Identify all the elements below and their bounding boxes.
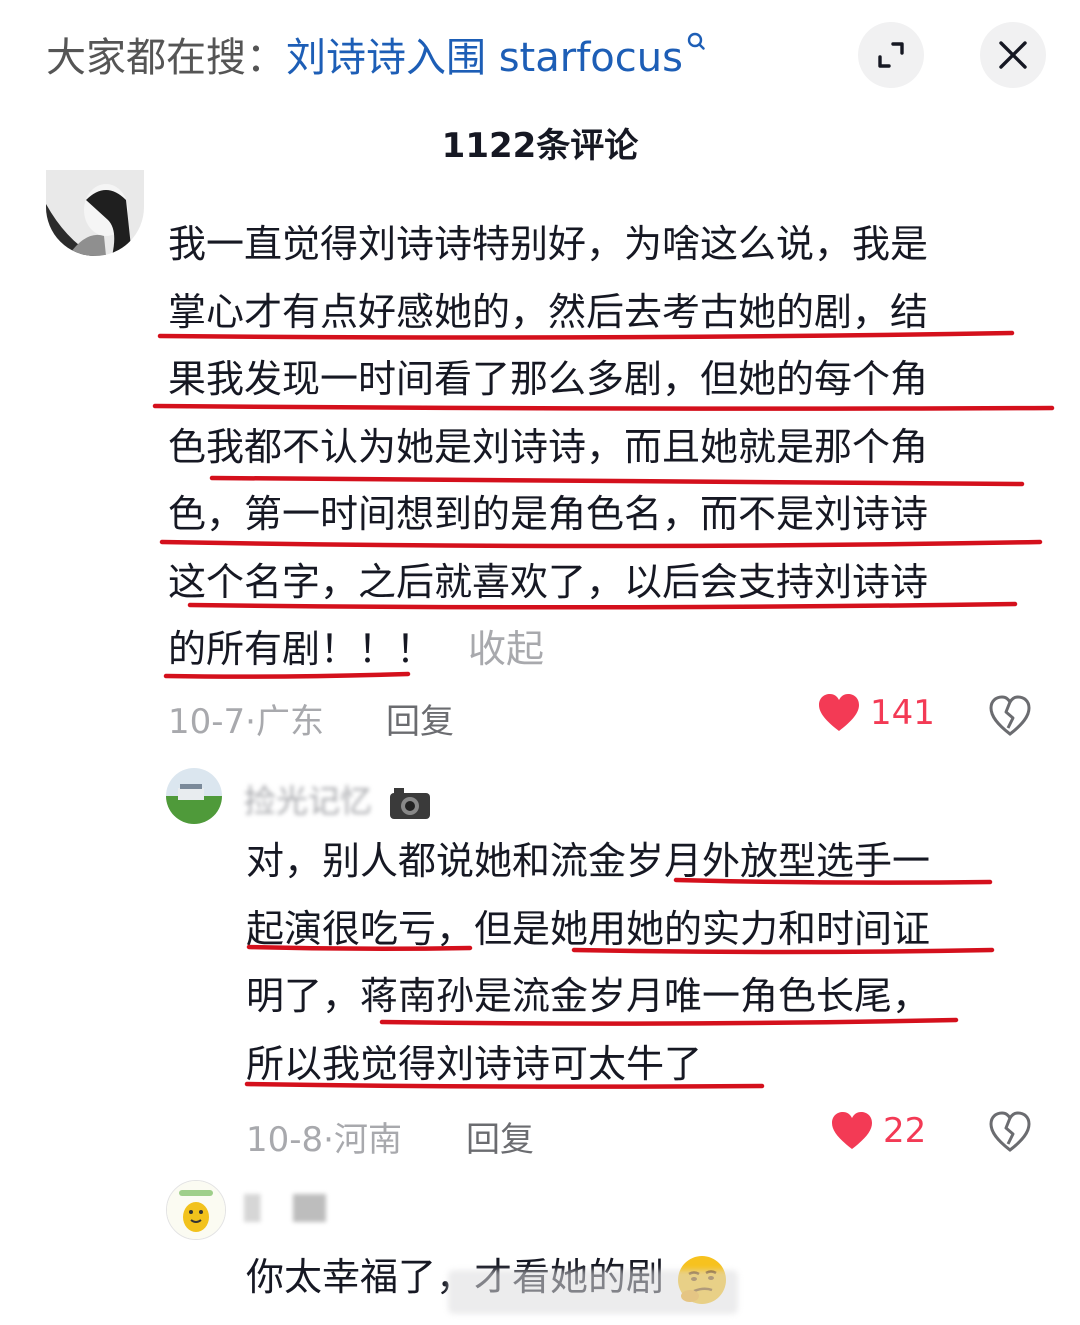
meta-separator: · (323, 1120, 334, 1160)
search-term-link[interactable]: 刘诗诗入围 starfocus (286, 25, 683, 83)
watermark (448, 1270, 738, 1314)
reply-text: 对，别人都说她和流金岁月外放型选手一 起演很吃亏，但是她用她的实力和时间证 明了… (246, 828, 930, 1098)
reply-button[interactable]: 回复 (386, 694, 454, 743)
collapse-link[interactable]: 收起 (468, 627, 544, 671)
broken-heart-icon[interactable] (988, 694, 1032, 738)
comment-line: 的所有剧！！！ (168, 627, 435, 671)
avatar[interactable] (46, 170, 144, 256)
comment-line: 色我都不认为她是刘诗诗，而且她就是那个角 (168, 424, 929, 469)
heart-icon (832, 1112, 872, 1149)
reply-line: 所以我觉得刘诗诗可太牛了 (246, 1041, 703, 1086)
camera-emoji (390, 788, 431, 819)
avatar-image (46, 170, 144, 256)
reply-username[interactable]: 捡光记忆 (244, 776, 432, 822)
search-suggestion[interactable]: 大家都在搜： 刘诗诗入围 starfocus (46, 25, 705, 83)
reply-meta: 10-8·河南 (246, 1112, 402, 1161)
expand-button[interactable] (858, 22, 924, 88)
reply-line: 明了，蒋南孙是流金岁月唯一角色长尾， (246, 974, 931, 1018)
meta-separator: · (245, 702, 256, 742)
comment-line: 掌心才有点好感她的，然后去考古她的剧，结 (168, 289, 929, 334)
like-count: 22 (883, 1111, 927, 1151)
search-icon (687, 32, 705, 50)
comment-count-title: 1122条评论 (441, 126, 639, 166)
like-button[interactable]: 141 (818, 693, 935, 733)
reply-avatar[interactable] (166, 768, 222, 824)
reply-avatar[interactable] (166, 1180, 226, 1240)
reply-line: 对，别人都说她和流金岁月外放型选手一 (246, 839, 931, 883)
comment-line: 色，第一时间想到的是角色名，而不是刘诗诗 (168, 492, 929, 536)
username-text: 捡光记忆 (244, 782, 373, 820)
reply-date: 10-8 (246, 1120, 324, 1160)
broken-heart-icon[interactable] (988, 1110, 1032, 1154)
comment-location: 广东 (255, 702, 324, 742)
comment-line: 果我发现一时间看了那么多剧，但她的每个角 (168, 357, 929, 401)
comment-meta: 10-7·广东 (168, 694, 324, 743)
reply-button[interactable]: 回复 (466, 1112, 534, 1161)
search-prefix: 大家都在搜： (46, 35, 286, 81)
reply-line: 起演很吃亏，但是她用她的实力和时间证 (246, 906, 931, 951)
comment-text: 我一直觉得刘诗诗特别好，为啥这么说，我是 掌心才有点好感她的，然后去考古她的剧，… (168, 211, 928, 684)
comment-line: 我一直觉得刘诗诗特别好，为啥这么说，我是 (168, 222, 929, 266)
comment-line: 这个名字，之后就喜欢了，以后会支持刘诗诗 (168, 559, 929, 604)
username-redacted (244, 1194, 326, 1222)
reply-location: 河南 (333, 1120, 402, 1160)
close-button[interactable] (980, 22, 1046, 88)
avatar-image (166, 768, 222, 824)
close-icon (999, 41, 1027, 69)
avatar-image (167, 1181, 225, 1239)
heart-icon (819, 694, 859, 731)
reply-username[interactable] (244, 1192, 326, 1230)
comment-date: 10-7 (168, 702, 246, 742)
like-count: 141 (870, 693, 935, 733)
like-button[interactable]: 22 (831, 1111, 926, 1151)
expand-icon (878, 42, 904, 68)
